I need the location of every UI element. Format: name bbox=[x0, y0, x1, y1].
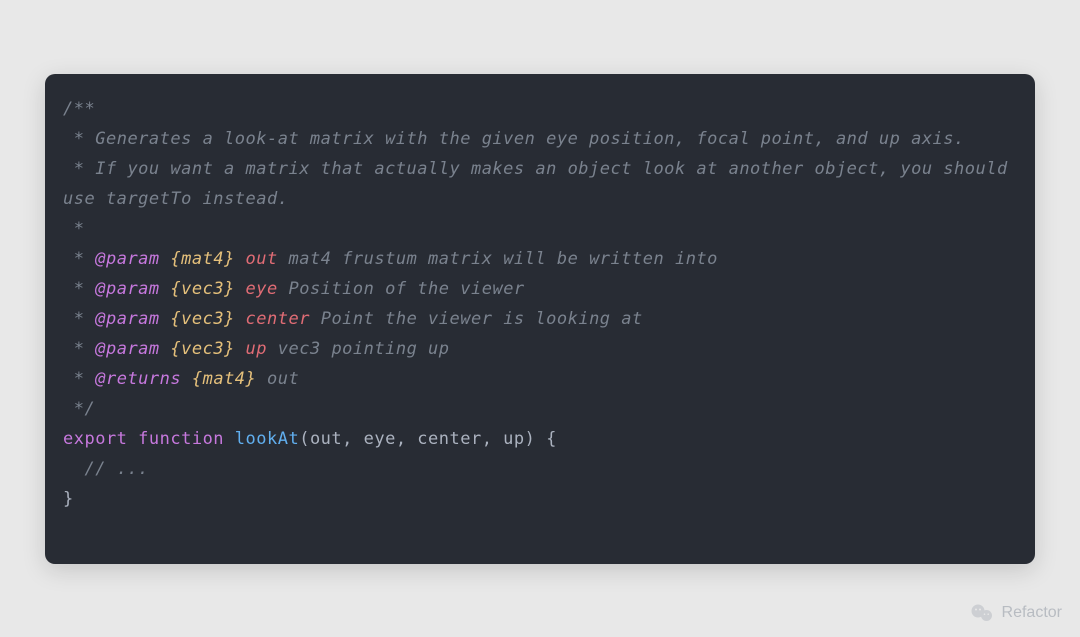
code-block: /** * Generates a look-at matrix with th… bbox=[45, 74, 1035, 564]
doc-comment-desc1: * Generates a look-at matrix with the gi… bbox=[63, 129, 965, 149]
doc-param-eye: * @param {vec3} eye Position of the view… bbox=[63, 274, 1017, 304]
doc-comment-end: */ bbox=[63, 399, 95, 419]
doc-comment-start: /** bbox=[63, 99, 95, 119]
wechat-icon bbox=[970, 601, 994, 625]
function-close-brace: } bbox=[63, 489, 74, 509]
watermark-label: Refactor bbox=[1002, 604, 1062, 622]
doc-param-center: * @param {vec3} center Point the viewer … bbox=[63, 304, 1017, 334]
function-body-ellipsis: // ... bbox=[63, 459, 149, 479]
watermark: Refactor bbox=[970, 601, 1062, 625]
doc-comment-desc2: * If you want a matrix that actually mak… bbox=[63, 159, 1018, 209]
doc-comment-blank: * bbox=[63, 219, 85, 239]
function-signature: export function lookAt(out, eye, center,… bbox=[63, 424, 1017, 454]
doc-param-out: * @param {mat4} out mat4 frustum matrix … bbox=[63, 244, 1017, 274]
doc-param-up: * @param {vec3} up vec3 pointing up bbox=[63, 334, 1017, 364]
doc-returns: * @returns {mat4} out bbox=[63, 364, 1017, 394]
